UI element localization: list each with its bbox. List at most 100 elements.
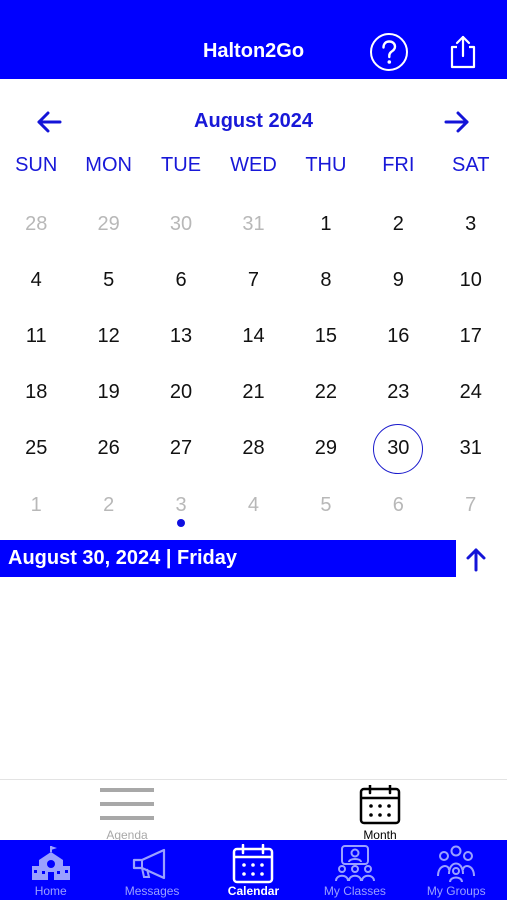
groups-icon: [437, 845, 476, 883]
calendar-day[interactable]: 3: [435, 196, 507, 252]
day-number: 7: [247, 268, 260, 291]
help-button[interactable]: [367, 30, 411, 74]
arrow-up-icon: [466, 548, 486, 571]
weekday-label: MON: [85, 154, 132, 176]
calendar-day[interactable]: 15: [290, 308, 362, 364]
calendar-day[interactable]: 24: [435, 365, 507, 421]
calendar-day[interactable]: 28: [0, 196, 72, 252]
calendar-day[interactable]: 3: [145, 477, 217, 533]
weekday-label: SAT: [452, 154, 490, 176]
calendar-week-row: 4 5 6 7 8 9 10: [0, 252, 507, 308]
share-button[interactable]: [441, 30, 485, 74]
tab-messages[interactable]: Messages: [101, 840, 202, 900]
calendar-day[interactable]: 4: [217, 477, 289, 533]
megaphone-icon: [132, 848, 166, 880]
agenda-view-button[interactable]: Agenda: [72, 783, 182, 842]
calendar-day[interactable]: 6: [362, 477, 434, 533]
calendar-day[interactable]: 23: [362, 365, 434, 421]
tab-home[interactable]: Home: [0, 840, 101, 900]
day-number: 2: [103, 493, 115, 516]
day-number: 7: [465, 493, 477, 516]
view-toggle: Agenda Month: [0, 779, 507, 842]
day-number: 3: [175, 493, 187, 516]
day-number: 14: [242, 324, 265, 347]
day-number: 31: [459, 437, 482, 460]
calendar-day[interactable]: 1: [0, 477, 72, 533]
calendar-week-row: 28 29 30 31 1 2 3: [0, 196, 507, 252]
calendar-day[interactable]: 2: [362, 196, 434, 252]
calendar-day[interactable]: 14: [217, 308, 289, 364]
tab-my-groups[interactable]: My Groups: [406, 840, 507, 900]
calendar-day[interactable]: 2: [72, 477, 144, 533]
weekday-label: TUE: [161, 154, 202, 176]
calendar-day[interactable]: 18: [0, 365, 72, 421]
help-icon: [370, 33, 408, 71]
day-number: 27: [169, 437, 193, 460]
day-number: 29: [97, 212, 120, 235]
day-number: 28: [242, 437, 265, 460]
tab-calendar[interactable]: Calendar: [203, 840, 304, 900]
next-month-button[interactable]: [437, 104, 477, 140]
tab-my-classes-label: My Classes: [323, 884, 386, 898]
calendar-day[interactable]: 16: [362, 308, 434, 364]
day-number: 6: [392, 493, 404, 516]
arrow-right-icon: [444, 111, 469, 133]
calendar-day[interactable]: 26: [72, 421, 144, 477]
day-number: 23: [387, 381, 410, 404]
calendar-icon: [233, 844, 274, 884]
calendar-day[interactable]: 19: [72, 365, 144, 421]
calendar-day-selected[interactable]: 30: [362, 421, 434, 477]
calendar-day[interactable]: 30: [145, 196, 217, 252]
calendar-day[interactable]: 5: [290, 477, 362, 533]
calendar-day[interactable]: 12: [72, 308, 144, 364]
calendar-day[interactable]: 1: [290, 196, 362, 252]
app-title: Halton2Go: [202, 40, 305, 62]
app-header: Halton2Go: [0, 0, 507, 79]
day-number: 4: [30, 268, 42, 291]
calendar-day[interactable]: 7: [217, 252, 289, 308]
calendar-grid: 28 29 30 31 1 2 3 4 5 6 7 8 9 10 11 12 13 14 15 16 17 18 19 20 2…: [0, 196, 507, 533]
day-number: 19: [97, 381, 120, 404]
calendar-week-row: 1 2 3 4 5 6 7: [0, 477, 507, 533]
calendar-day[interactable]: 8: [290, 252, 362, 308]
day-number: 24: [459, 381, 482, 404]
collapse-calendar-button[interactable]: [458, 540, 494, 577]
calendar-day[interactable]: 29: [72, 196, 144, 252]
calendar-day[interactable]: 17: [435, 308, 507, 364]
calendar-day[interactable]: 28: [217, 421, 289, 477]
calendar-day[interactable]: 11: [0, 308, 72, 364]
day-number: 9: [392, 268, 404, 291]
calendar-day[interactable]: 13: [145, 308, 217, 364]
school-icon: [31, 846, 70, 880]
day-number: 1: [320, 212, 332, 235]
calendar-day[interactable]: 9: [362, 252, 434, 308]
tab-calendar-label: Calendar: [227, 884, 280, 898]
calendar-day[interactable]: 4: [0, 252, 72, 308]
calendar-day[interactable]: 31: [435, 421, 507, 477]
day-number: 8: [320, 268, 332, 291]
calendar-day[interactable]: 7: [435, 477, 507, 533]
calendar-day[interactable]: 5: [72, 252, 144, 308]
calendar-day[interactable]: 6: [145, 252, 217, 308]
weekday-label: THU: [305, 154, 347, 176]
calendar-day[interactable]: 21: [217, 365, 289, 421]
day-number: 29: [314, 437, 338, 460]
weekday-label: FRI: [382, 154, 415, 176]
day-number: 13: [169, 324, 193, 347]
calendar-day[interactable]: 27: [145, 421, 217, 477]
event-dot-indicator: [177, 518, 186, 527]
tab-my-classes[interactable]: My Classes: [304, 840, 405, 900]
day-number: 4: [247, 493, 260, 516]
calendar-day[interactable]: 31: [217, 196, 289, 252]
day-number: 28: [25, 212, 48, 235]
calendar-day[interactable]: 10: [435, 252, 507, 308]
calendar-day[interactable]: 22: [290, 365, 362, 421]
month-view-button[interactable]: Month: [325, 783, 435, 842]
day-number: 22: [314, 381, 338, 404]
day-number: 16: [387, 324, 410, 347]
calendar-day[interactable]: 29: [290, 421, 362, 477]
calendar-day[interactable]: 25: [0, 421, 72, 477]
day-number: 26: [97, 437, 120, 460]
day-number: 5: [103, 268, 115, 291]
calendar-day[interactable]: 20: [145, 365, 217, 421]
